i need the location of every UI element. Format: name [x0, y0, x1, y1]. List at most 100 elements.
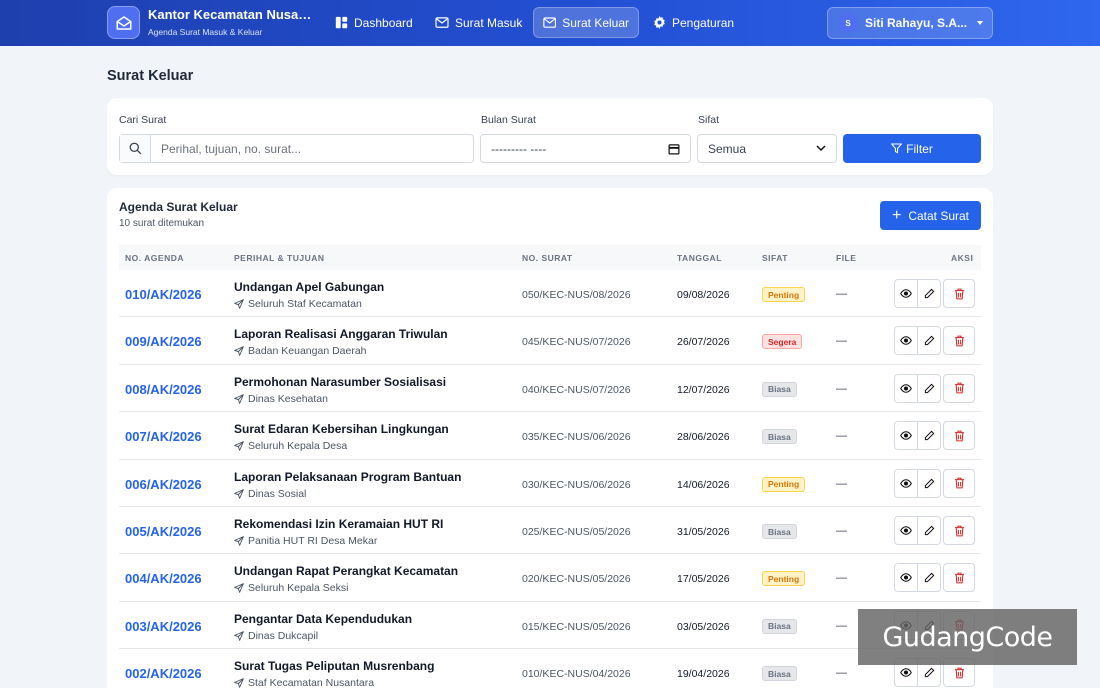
view-button[interactable]: [894, 468, 918, 498]
agenda-link[interactable]: 003/AK/2026: [125, 619, 202, 634]
nav-surat-masuk[interactable]: Surat Masuk: [426, 7, 531, 38]
brand-subtitle: Agenda Surat Masuk & Keluar: [148, 27, 263, 37]
delete-button[interactable]: [943, 468, 975, 498]
delete-button[interactable]: [943, 326, 975, 356]
col-file: FILE: [836, 253, 857, 263]
sifat-badge: Segera: [762, 334, 803, 350]
agenda-link[interactable]: 010/AK/2026: [125, 287, 202, 302]
col-no-surat[interactable]: NO. SURAT: [522, 253, 573, 263]
nav-dashboard[interactable]: Dashboard: [326, 7, 422, 38]
trash-icon: [954, 525, 964, 536]
outbox-mail-icon: [543, 16, 557, 28]
table-row: 004/AK/2026 Undangan Rapat Perangkat Kec…: [119, 554, 981, 602]
add-surat-label: Catat Surat: [908, 208, 970, 223]
view-button[interactable]: [894, 516, 918, 545]
tujuan-text: Staf Kecamatan Nusantara: [248, 677, 375, 688]
tujuan-text: Seluruh Staf Kecamatan: [248, 298, 362, 310]
chevron-down-icon: [977, 21, 983, 25]
send-icon: [234, 488, 244, 499]
edit-button[interactable]: [917, 468, 941, 498]
add-surat-button[interactable]: + Catat Surat: [880, 201, 981, 230]
user-menu-button[interactable]: S Siti Rahayu, S.A...: [827, 7, 993, 39]
tujuan: Panitia HUT RI Desa Mekar: [234, 535, 377, 547]
agenda-link[interactable]: 004/AK/2026: [125, 571, 202, 586]
edit-button[interactable]: [917, 373, 941, 403]
pencil-icon: [924, 573, 934, 583]
col-aksi: AKSI: [951, 253, 974, 263]
tanggal: 12/07/2026: [677, 383, 730, 396]
edit-button[interactable]: [917, 516, 941, 545]
tanggal: 26/07/2026: [677, 336, 730, 349]
search-input[interactable]: Perihal, tujuan, no. surat...: [161, 142, 301, 156]
page-title: Surat Keluar: [107, 68, 194, 84]
sifat-badge: Penting: [762, 571, 806, 587]
no-surat: 040/KEC-NUS/07/2026: [522, 383, 631, 396]
pencil-icon: [924, 336, 934, 346]
pencil-icon: [924, 430, 934, 441]
view-button[interactable]: [894, 279, 918, 308]
view-button[interactable]: [894, 326, 918, 356]
delete-button[interactable]: [943, 279, 975, 308]
delete-button[interactable]: [943, 421, 975, 451]
pencil-icon: [924, 667, 934, 678]
agenda-link[interactable]: 007/AK/2026: [125, 429, 202, 444]
send-icon: [234, 583, 244, 594]
send-icon: [234, 299, 244, 309]
tanggal: 03/05/2026: [677, 620, 730, 633]
agenda-link[interactable]: 005/AK/2026: [125, 524, 202, 539]
file-cell: —: [836, 335, 847, 348]
nav-pengaturan[interactable]: Pengaturan: [644, 7, 743, 38]
search-field[interactable]: Perihal, tujuan, no. surat...: [119, 134, 474, 163]
no-surat: 020/KEC-NUS/05/2026: [522, 573, 631, 586]
edit-button[interactable]: [917, 421, 941, 451]
nav-pengaturan-label: Pengaturan: [672, 15, 735, 30]
edit-button[interactable]: [917, 326, 941, 356]
file-cell: —: [836, 525, 847, 537]
agenda-link[interactable]: 002/AK/2026: [125, 666, 202, 681]
col-tanggal[interactable]: TANGGAL: [677, 253, 722, 263]
table-row: 005/AK/2026 Rekomendasi Izin Keramaian H…: [119, 507, 981, 555]
sifat-select[interactable]: Semua: [697, 134, 837, 163]
view-button[interactable]: [894, 563, 918, 593]
edit-button[interactable]: [917, 563, 941, 593]
send-icon: [234, 393, 244, 404]
sifat-badge: Penting: [762, 287, 806, 302]
no-surat: 015/KEC-NUS/05/2026: [522, 620, 631, 633]
perihal-text: Pengantar Data Kependudukan: [234, 611, 413, 626]
sifat-value: Semua: [708, 141, 747, 156]
no-surat: 010/KEC-NUS/04/2026: [522, 668, 631, 681]
sifat-badge: Biasa: [762, 381, 797, 397]
send-icon: [234, 346, 244, 357]
view-button[interactable]: [894, 421, 918, 451]
edit-button[interactable]: [917, 279, 941, 308]
col-sifat[interactable]: SIFAT: [762, 253, 788, 263]
no-surat: 035/KEC-NUS/06/2026: [522, 431, 631, 444]
mail-logo-icon[interactable]: [107, 6, 140, 39]
eye-icon: [900, 478, 912, 488]
table-row: 003/AK/2026 Pengantar Data Kependudukan …: [119, 602, 981, 650]
sifat-badge: Penting: [762, 476, 806, 492]
col-no-agenda[interactable]: NO. AGENDA: [125, 253, 184, 263]
delete-button[interactable]: [943, 373, 975, 403]
calendar-icon[interactable]: [668, 143, 680, 155]
tujuan: Seluruh Kepala Desa: [234, 440, 347, 452]
month-label: Bulan Surat: [481, 114, 536, 126]
month-input[interactable]: --------- ----: [480, 134, 691, 163]
filter-card: Cari Surat Perihal, tujuan, no. surat...…: [107, 98, 993, 175]
table-header: NO. AGENDA PERIHAL & TUJUAN NO. SURAT TA…: [119, 245, 981, 270]
send-icon: [234, 678, 244, 688]
nav-surat-keluar[interactable]: Surat Keluar: [533, 7, 639, 38]
brand-title[interactable]: Kantor Kecamatan Nusan...: [148, 7, 313, 22]
nav-dashboard-label: Dashboard: [354, 15, 413, 30]
agenda-link[interactable]: 009/AK/2026: [125, 334, 202, 349]
col-perihal[interactable]: PERIHAL & TUJUAN: [234, 253, 325, 263]
filter-button[interactable]: Filter: [843, 134, 981, 163]
delete-button[interactable]: [943, 563, 975, 593]
view-button[interactable]: [894, 373, 918, 403]
delete-button[interactable]: [943, 516, 975, 545]
tanggal: 17/05/2026: [677, 573, 730, 586]
agenda-link[interactable]: 008/AK/2026: [125, 382, 202, 397]
perihal-text: Rekomendasi Izin Keramaian HUT RI: [234, 517, 444, 531]
watermark: GudangCode: [858, 609, 1077, 665]
agenda-link[interactable]: 006/AK/2026: [125, 477, 202, 492]
